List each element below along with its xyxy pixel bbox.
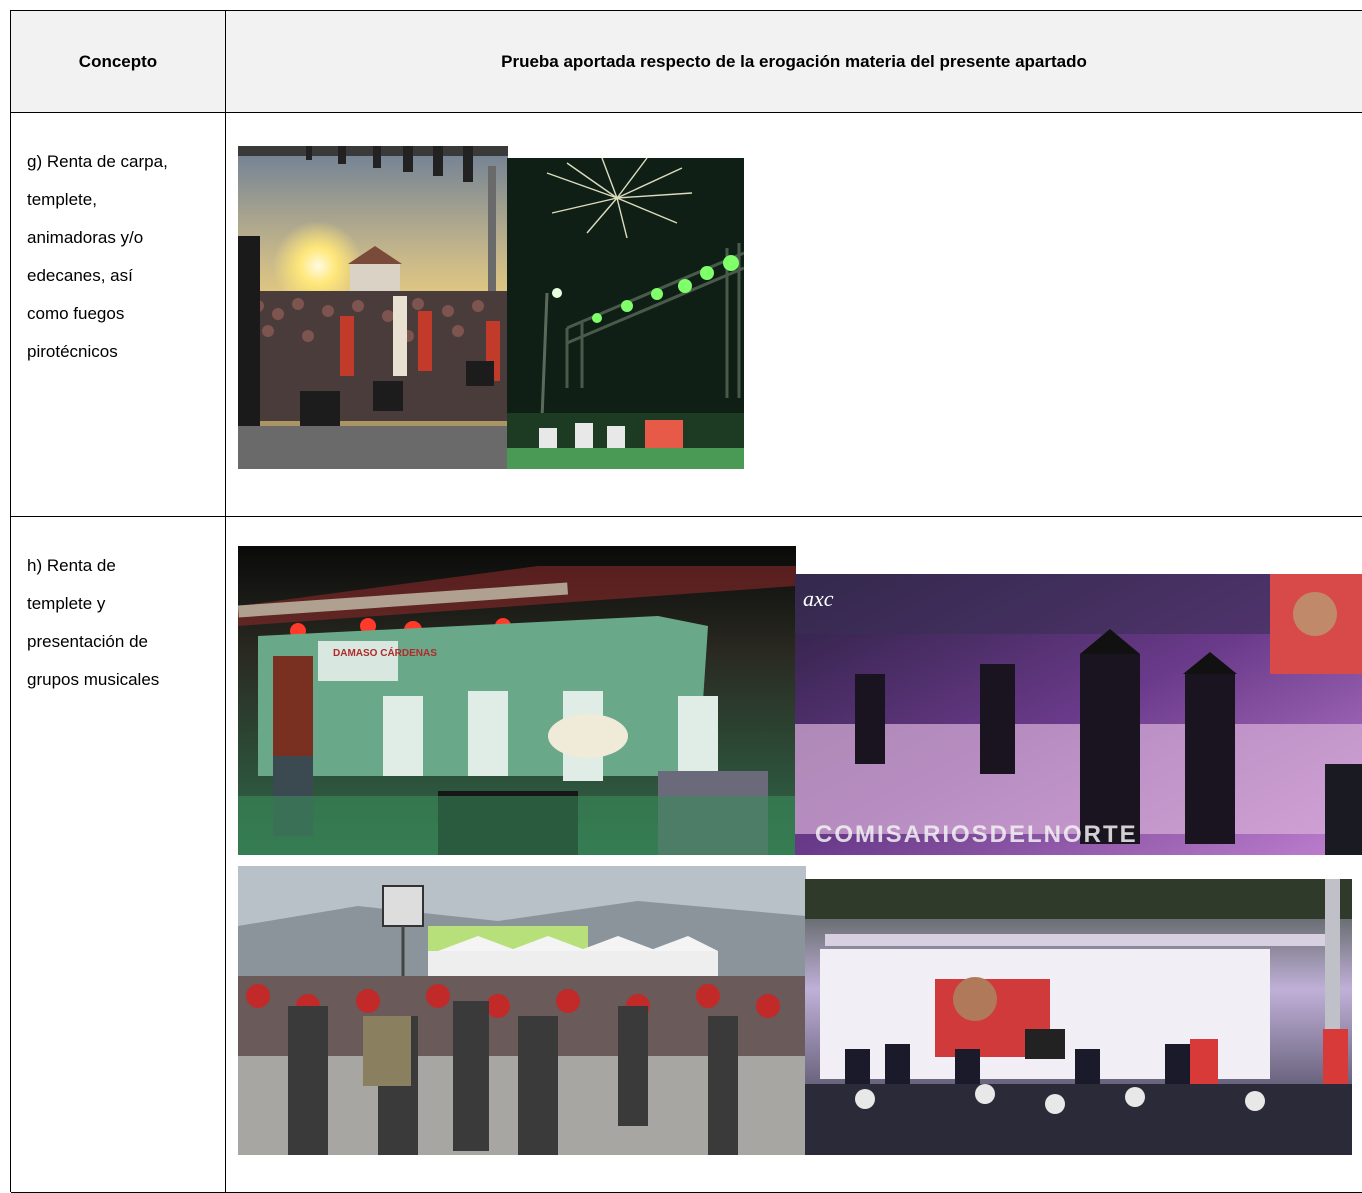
header-concept: Concepto (11, 11, 226, 113)
concept-line: h) Renta de (27, 556, 116, 575)
concept-line: presentación de (27, 632, 148, 651)
concept-line: edecanes, así (27, 266, 133, 285)
banner-text: DAMASO CÁRDENAS (333, 646, 437, 659)
header-concept-label: Concepto (78, 51, 158, 71)
concept-cell-h: h) Renta de templete y presentación de g… (11, 517, 226, 1193)
crowd-outdoor-event-photo (238, 866, 806, 1155)
stage-banner-band-photo (805, 879, 1352, 1155)
header-evidence-label: Prueba aportada respecto de la erogación… (501, 51, 1087, 71)
header-evidence: Prueba aportada respecto de la erogación… (226, 11, 1362, 113)
concept-cell-g: g) Renta de carpa, templete, animadoras … (11, 113, 226, 517)
concept-line: g) Renta de carpa, (27, 152, 168, 171)
concept-line: animadoras y/o (27, 228, 144, 247)
axc-logo-text: axc (803, 586, 834, 611)
nortenos-purple-stage-photo: axc COMISARIOSDELNORTE (795, 574, 1362, 855)
concept-line: templete, (27, 190, 97, 209)
concept-line: como fuegos (27, 304, 125, 323)
concert-sunset-dancers-photo (238, 146, 508, 469)
mariachi-stage-photo: DAMASO CÁRDENAS (238, 546, 796, 855)
concept-line: templete y (27, 594, 106, 613)
concept-line: pirotécnicos (27, 342, 118, 361)
watermark-text: COMISARIOSDELNORTE (815, 821, 1138, 848)
fireworks-green-stage-photo (507, 158, 744, 469)
concept-line: grupos musicales (27, 670, 160, 689)
